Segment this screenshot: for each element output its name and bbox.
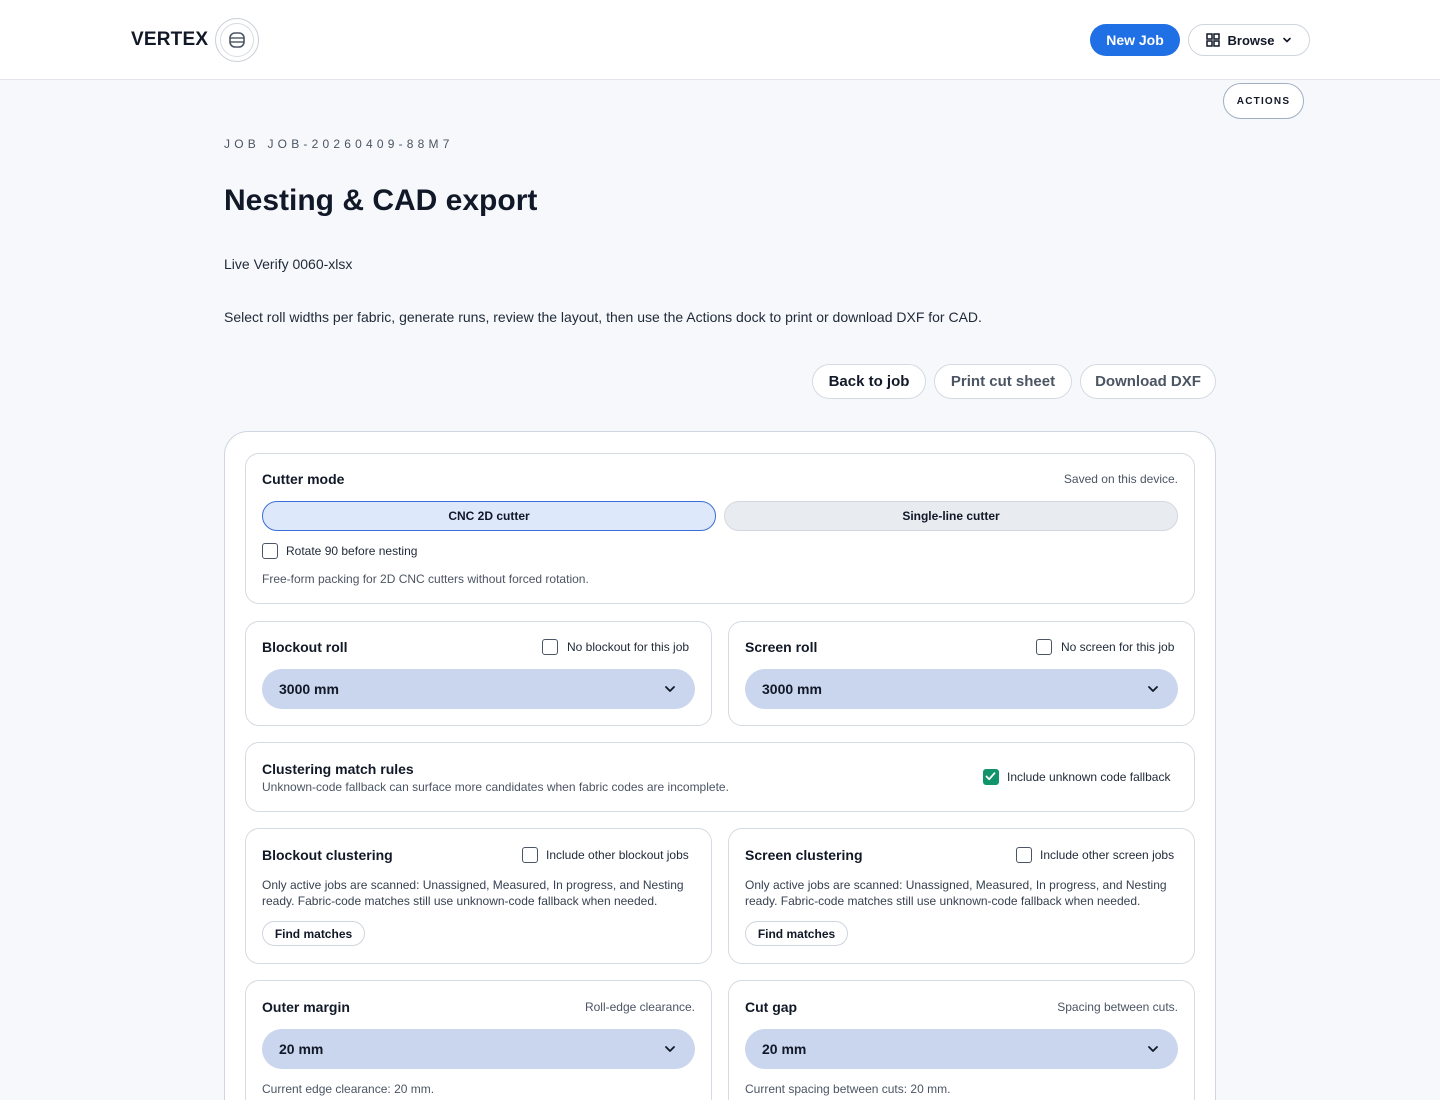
single-line-cutter-option[interactable]: Single-line cutter: [724, 501, 1178, 531]
include-screen-jobs-label: Include other screen jobs: [1040, 848, 1175, 862]
no-blockout-label: No blockout for this job: [567, 640, 690, 654]
outer-margin-current: Current edge clearance: 20 mm.: [262, 1082, 435, 1096]
cut-gap-note: Spacing between cuts.: [1057, 1000, 1178, 1014]
brand-name[interactable]: VERTEX: [131, 29, 208, 51]
cut-gap-value: 20 mm: [762, 1041, 807, 1057]
blockout-roll-select[interactable]: 3000 mm: [262, 669, 695, 709]
rotate-label: Rotate 90 before nesting: [286, 544, 418, 558]
screen-clustering-help-2: ready. Fabric-code matches still use unk…: [745, 894, 1141, 908]
page-description: Select roll widths per fabric, generate …: [224, 309, 982, 325]
blockout-roll-value: 3000 mm: [279, 681, 339, 697]
outer-margin-select[interactable]: 20 mm: [262, 1029, 695, 1069]
grid-icon: [1205, 33, 1220, 47]
unknown-code-fallback-label: Include unknown code fallback: [1007, 770, 1171, 784]
chevron-down-icon: [1148, 686, 1158, 692]
include-screen-jobs-checkbox[interactable]: [1016, 847, 1032, 863]
screen-find-matches-button[interactable]: Find matches: [745, 921, 848, 946]
screen-roll-title: Screen roll: [745, 639, 818, 655]
cut-gap-current: Current spacing between cuts: 20 mm.: [745, 1082, 951, 1096]
new-job-button[interactable]: New Job: [1090, 24, 1180, 56]
check-icon: [985, 772, 996, 781]
blockout-clustering-help-1: Only active jobs are scanned: Unassigned…: [262, 878, 684, 892]
actions-dock-button[interactable]: ACTIONS: [1223, 83, 1304, 119]
cnc-2d-cutter-option[interactable]: CNC 2D cutter: [262, 501, 716, 531]
screen-roll-select[interactable]: 3000 mm: [745, 669, 1178, 709]
page-title: Nesting & CAD export: [224, 184, 538, 217]
download-dxf-button[interactable]: Download DXF: [1080, 364, 1216, 399]
clustering-rules-title: Clustering match rules: [262, 761, 414, 777]
browse-button[interactable]: Browse: [1188, 24, 1310, 56]
include-blockout-jobs-checkbox[interactable]: [522, 847, 538, 863]
chevron-down-icon: [1283, 37, 1292, 43]
blockout-clustering-help-2: ready. Fabric-code matches still use unk…: [262, 894, 658, 908]
blockout-find-matches-button[interactable]: Find matches: [262, 921, 365, 946]
logo-icon[interactable]: [215, 18, 259, 62]
saved-note: Saved on this device.: [1063, 472, 1178, 486]
back-to-job-button[interactable]: Back to job: [812, 364, 926, 399]
unknown-code-fallback-checkbox[interactable]: [983, 769, 999, 785]
no-screen-checkbox[interactable]: [1036, 639, 1052, 655]
screen-clustering-help-1: Only active jobs are scanned: Unassigned…: [745, 878, 1167, 892]
cutter-mode-title: Cutter mode: [262, 471, 345, 487]
chevron-down-icon: [665, 1046, 675, 1052]
cutter-mode-help: Free-form packing for 2D CNC cutters wit…: [262, 572, 589, 586]
browse-label: Browse: [1227, 32, 1275, 48]
outer-margin-note: Roll-edge clearance.: [584, 1000, 695, 1014]
print-cut-sheet-button[interactable]: Print cut sheet: [934, 364, 1072, 399]
page-subtitle: Live Verify 0060-xlsx: [224, 256, 353, 272]
include-blockout-jobs-label: Include other blockout jobs: [546, 848, 689, 862]
outer-margin-value: 20 mm: [279, 1041, 324, 1057]
cut-gap-title: Cut gap: [745, 999, 798, 1015]
rotate-checkbox[interactable]: [262, 543, 278, 559]
no-blockout-checkbox[interactable]: [542, 639, 558, 655]
screen-clustering-title: Screen clustering: [745, 847, 863, 863]
cut-gap-select[interactable]: 20 mm: [745, 1029, 1178, 1069]
no-screen-label: No screen for this job: [1061, 640, 1175, 654]
chevron-down-icon: [665, 686, 675, 692]
clustering-rules-help: Unknown-code fallback can surface more c…: [262, 780, 729, 794]
job-id: JOB JOB-20260409-88M7: [224, 137, 454, 151]
blockout-clustering-title: Blockout clustering: [262, 847, 393, 863]
outer-margin-title: Outer margin: [262, 999, 350, 1015]
chevron-down-icon: [1148, 1046, 1158, 1052]
screen-roll-value: 3000 mm: [762, 681, 822, 697]
top-bar: VERTEX New Job Browse: [0, 0, 1440, 80]
blockout-roll-title: Blockout roll: [262, 639, 348, 655]
